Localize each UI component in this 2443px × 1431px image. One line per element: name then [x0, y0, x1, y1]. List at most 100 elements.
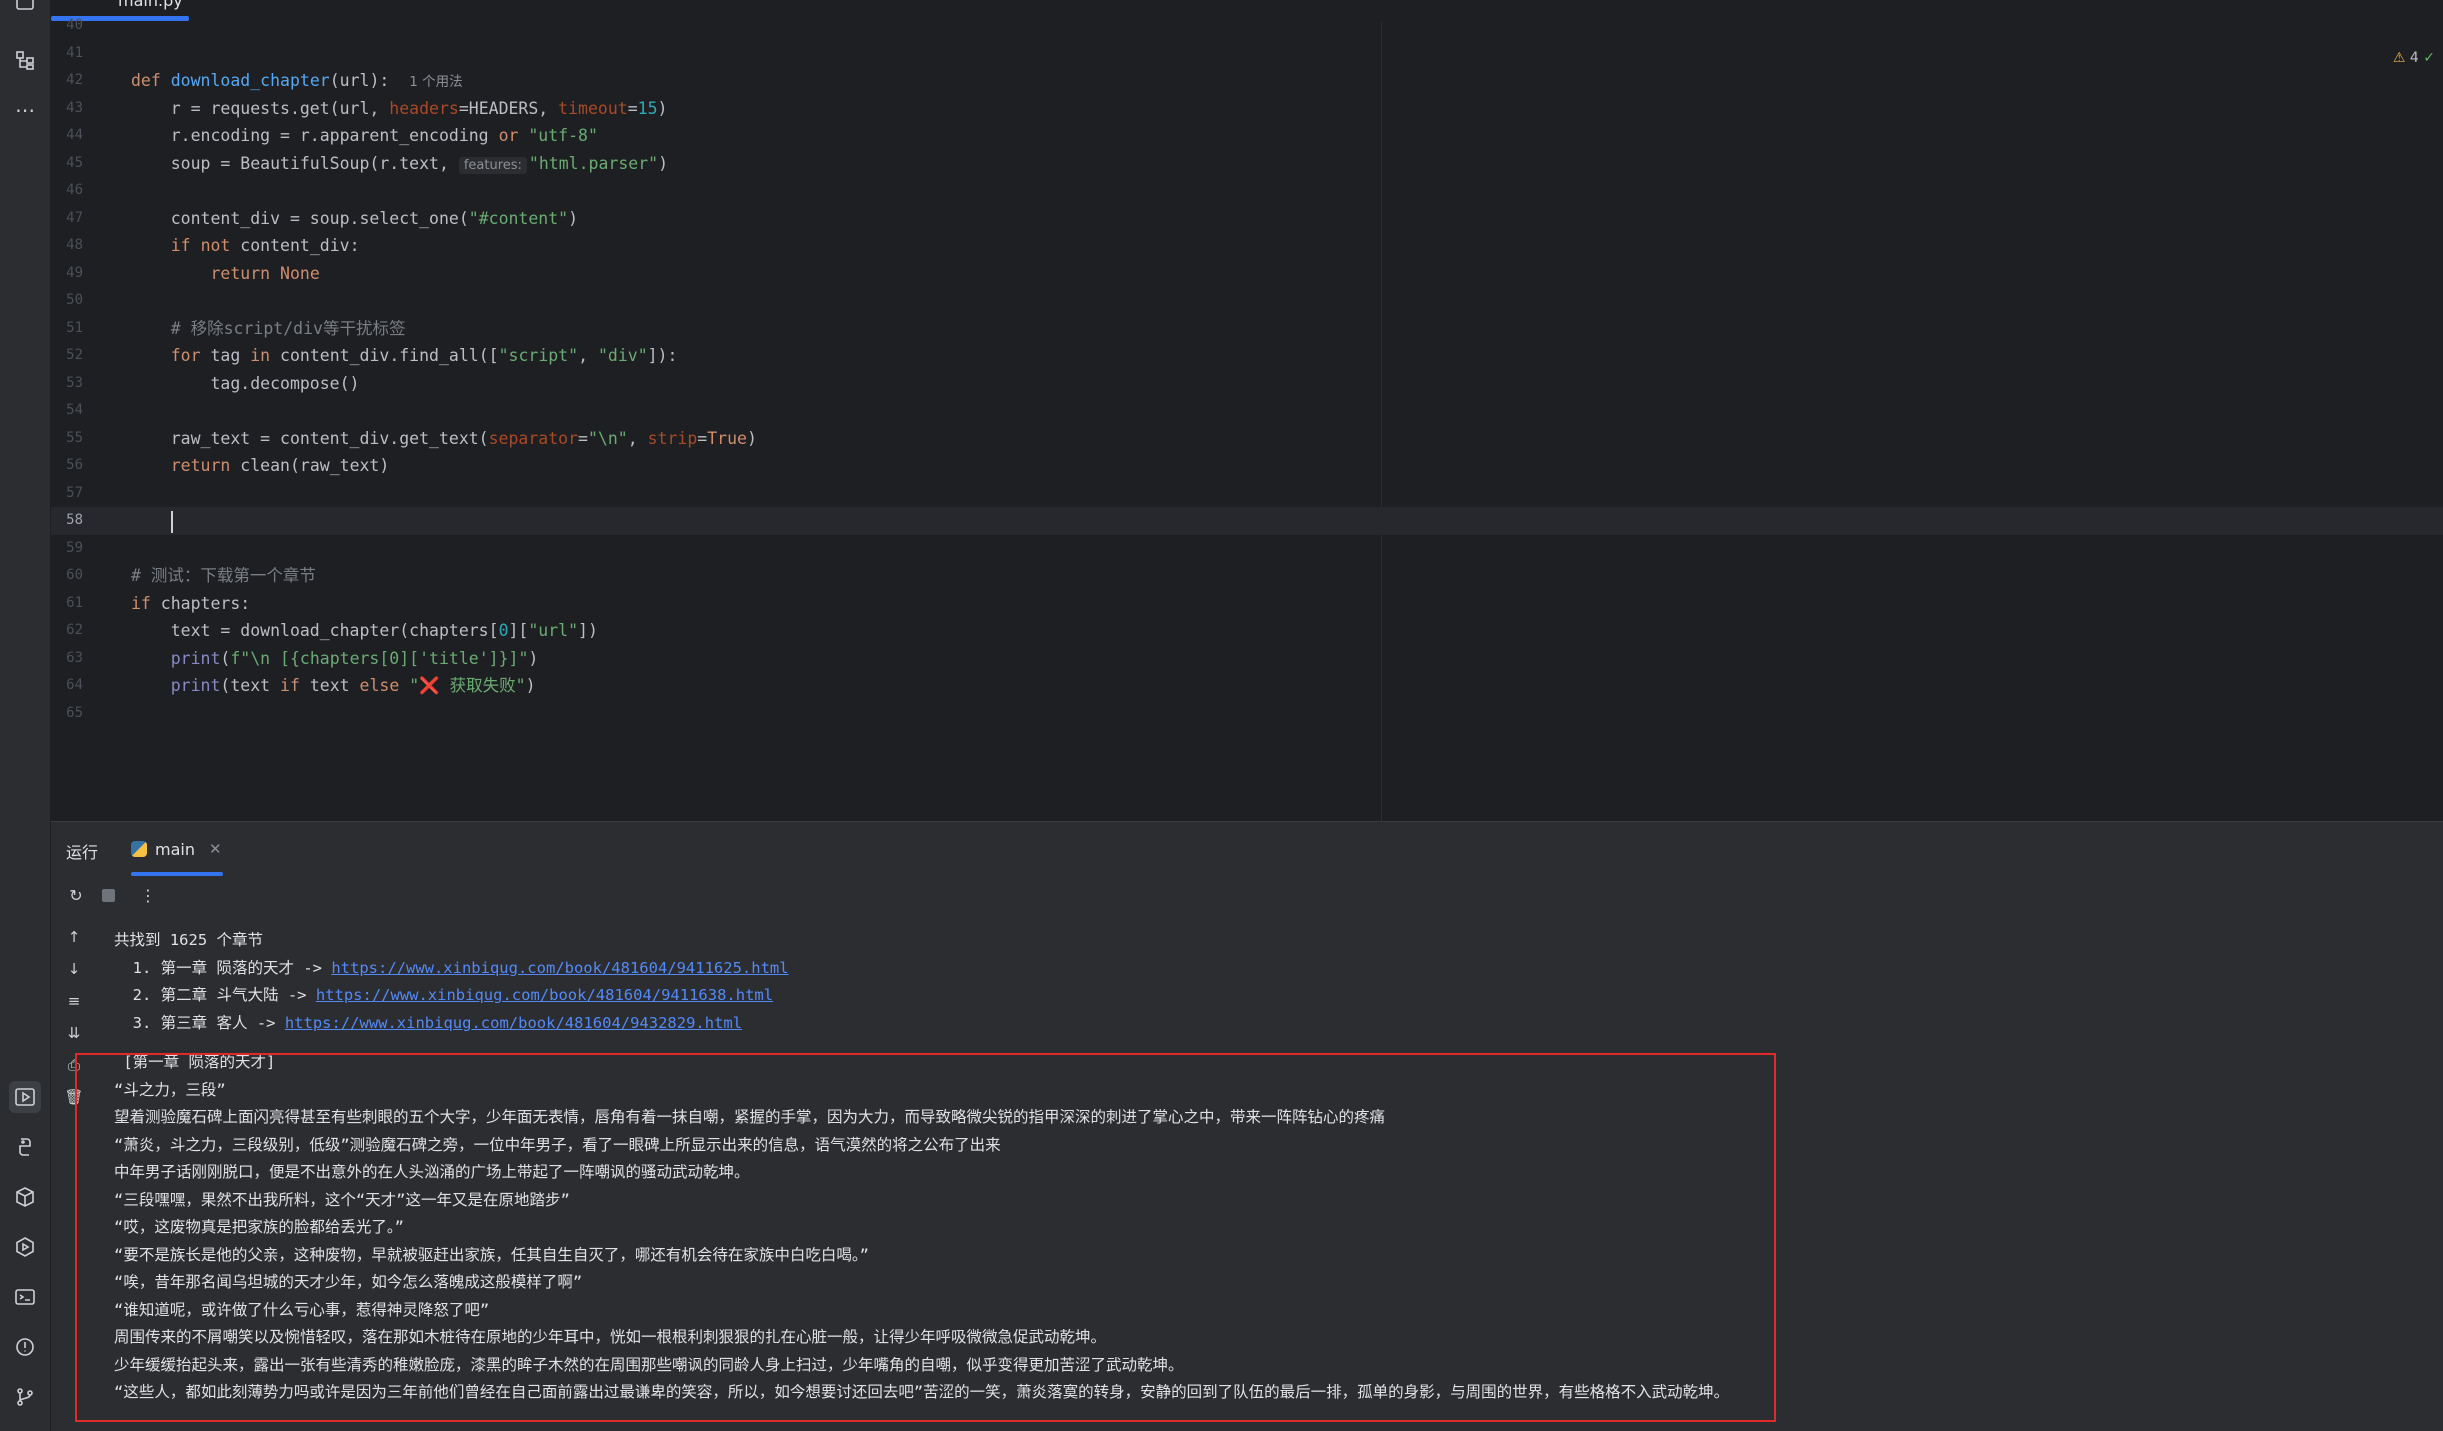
line-number: 59 — [66, 539, 83, 556]
line-number: 63 — [66, 649, 83, 666]
code-line[interactable]: 59 — [51, 535, 2443, 563]
line-number: 57 — [66, 484, 83, 501]
close-icon[interactable]: ✕ — [209, 840, 222, 858]
console-line: “哎，这废物真是把家族的脸都给丢光了。” — [114, 1218, 404, 1236]
run-icon[interactable] — [9, 1081, 41, 1113]
code-line[interactable]: 57 — [51, 480, 2443, 508]
code-line[interactable]: 49 return None — [51, 260, 2443, 288]
line-number: 55 — [66, 429, 83, 446]
code-line[interactable]: 63 print(f"\n [{chapters[0]['title']}]") — [51, 645, 2443, 673]
code-editor[interactable]: ⚠ 4 ✓ 40 41 42 def download_chapter(url): 1… — [51, 17, 2443, 821]
structure-icon[interactable] — [9, 44, 41, 76]
code-text: print(f"\n [{chapters[0]['title']}]") — [170, 648, 539, 668]
code-text: if chapters: — [131, 593, 251, 613]
code-line[interactable]: 50 — [51, 287, 2443, 315]
code-line[interactable]: 51 # 移除script/div等干扰标签 — [51, 315, 2443, 343]
code-line[interactable]: 54 — [51, 397, 2443, 425]
line-number: 61 — [66, 594, 83, 611]
line-number: 41 — [66, 44, 83, 61]
code-line[interactable]: 46 — [51, 177, 2443, 205]
console-line: 周围传来的不屑嘲笑以及惋惜轻叹，落在那如木桩待在原地的少年耳中，恍如一根根利刺狠… — [114, 1328, 1107, 1346]
text-caret — [170, 510, 173, 533]
code-line[interactable]: 58 — [51, 507, 2443, 535]
arrow-down-icon[interactable]: ↓ — [63, 958, 85, 980]
chapter-link[interactable]: https://www.xinbiqug.com/book/481604/941… — [331, 959, 788, 977]
code-line[interactable]: 44 r.encoding = r.apparent_encoding or "… — [51, 122, 2443, 150]
code-text: r.encoding = r.apparent_encoding or "utf… — [131, 126, 598, 145]
code-line[interactable]: 45 soup = BeautifulSoup(r.text, features… — [51, 150, 2443, 178]
code-line[interactable]: 48 if not content_div: — [51, 232, 2443, 260]
console-line: “要不是族长是他的父亲，这种废物，早就被驱赶出家族，任其自生自灭了，哪还有机会待… — [114, 1245, 869, 1264]
clear-trash-icon[interactable]: 🗑 — [63, 1086, 85, 1108]
code-line[interactable]: 55 raw_text = content_div.get_text(separ… — [51, 425, 2443, 453]
chapter-label: 2. 第二章 斗气大陆 -> — [114, 986, 316, 1004]
file-tab-main-py[interactable]: main.py — [118, 0, 183, 10]
stop-icon[interactable] — [97, 884, 119, 906]
code-line[interactable]: 56 return clean(raw_text) — [51, 452, 2443, 480]
more-options-icon[interactable]: ⋮ — [137, 884, 159, 906]
code-line[interactable]: 53 tag.decompose() — [51, 370, 2443, 398]
code-line[interactable]: 47 content_div = soup.select_one("#conte… — [51, 205, 2443, 233]
run-toolbar: ↻ ⋮ — [51, 876, 2443, 914]
code-text: # 移除script/div等干扰标签 — [170, 318, 406, 338]
run-panel-title: 运行 — [66, 843, 99, 862]
console-line: “唉，昔年那名闻乌坦城的天才少年，如今怎么落魄成这般模样了啊” — [114, 1273, 583, 1291]
code-line[interactable]: 52 for tag in content_div.find_all(["scr… — [51, 342, 2443, 370]
git-icon[interactable] — [9, 1381, 41, 1413]
terminal-icon[interactable] — [9, 1281, 41, 1313]
console-line: 少年缓缓抬起头来，露出一张有些清秀的稚嫩脸庞，漆黑的眸子木然的在周围那些嘲讽的同… — [114, 1355, 1184, 1374]
code-text: soup = BeautifulSoup(r.text, features: "h… — [131, 153, 668, 174]
arrow-up-icon[interactable]: ↑ — [63, 926, 85, 948]
line-number: 64 — [66, 677, 83, 693]
rerun-icon[interactable]: ↻ — [65, 884, 87, 906]
line-number: 48 — [66, 237, 83, 253]
console-line: “萧炎，斗之力，三段级别，低级”测验魔石碑之旁，一位中年男子，看了一眼碑上所显示… — [114, 1135, 1001, 1154]
code-line[interactable]: 62 text = download_chapter(chapters[0]["… — [51, 617, 2443, 645]
line-number: 43 — [66, 99, 83, 116]
console-gutter: ↑ ↓ ≡ ⇊ ⎙ 🗑 — [51, 914, 95, 1431]
services-icon[interactable] — [9, 1231, 41, 1263]
code-line[interactable]: 40 — [51, 12, 2443, 40]
code-text: r = requests.get(url, headers=HEADERS, t… — [131, 98, 668, 118]
chapter-label: 3. 第三章 客人 -> — [114, 1013, 285, 1032]
problems-icon[interactable] — [9, 1331, 41, 1363]
left-tool-strip: ⋯ — [0, 0, 51, 1431]
console-line: “三段嘿嘿，果然不出我所料，这个“天才”这一年又是在原地踏步” — [114, 1190, 570, 1209]
python-console-icon[interactable] — [9, 1131, 41, 1163]
code-text: text = download_chapter(chapters[0]["url… — [131, 621, 598, 640]
python-packages-icon[interactable] — [9, 1181, 41, 1213]
code-line[interactable]: 61 if chapters: — [51, 590, 2443, 618]
code-line[interactable]: 65 — [51, 700, 2443, 728]
chapter-link[interactable]: https://www.xinbiqug.com/book/481604/943… — [285, 1014, 742, 1032]
console-line: [第一章 陨落的天才] — [114, 1053, 276, 1071]
line-number: 62 — [66, 622, 83, 638]
code-line[interactable]: 41 — [51, 40, 2443, 68]
code-line[interactable]: 42 def download_chapter(url): 1 个用法 — [51, 67, 2443, 95]
console-line: 中年男子话刚刚脱口，便是不出意外的在人头汹涌的广场上带起了一阵嘲讽的骚动武动乾坤… — [114, 1163, 750, 1181]
code-text: def download_chapter(url): 1 个用法 — [131, 71, 463, 90]
usages-hint[interactable]: 1 个用法 — [409, 74, 462, 90]
soft-wrap-icon[interactable]: ≡ — [63, 990, 85, 1012]
print-icon[interactable]: ⎙ — [63, 1054, 85, 1076]
line-number: 47 — [66, 209, 83, 226]
line-number: 40 — [66, 17, 83, 33]
code-text: for tag in content_div.find_all(["script… — [170, 346, 678, 365]
chapter-link[interactable]: https://www.xinbiqug.com/book/481604/941… — [316, 986, 773, 1004]
code-line[interactable]: 64 print(text if text else "❌ 获取失败") — [51, 672, 2443, 700]
console-line: “谁知道呢，或许做了什么亏心事，惹得神灵降怒了吧” — [114, 1300, 490, 1319]
code-text: raw_text = content_div.get_text(separato… — [131, 428, 757, 448]
line-number: 58 — [66, 512, 83, 528]
code-text: tag.decompose() — [131, 373, 360, 393]
more-tools-icon[interactable]: ⋯ — [9, 94, 41, 126]
project-icon[interactable] — [9, 0, 41, 18]
parameter-inlay-hint: features: — [458, 156, 527, 174]
scroll-to-end-icon[interactable]: ⇊ — [63, 1022, 85, 1044]
console-line: “斗之力，三段” — [114, 1080, 226, 1099]
code-line[interactable]: 43 r = requests.get(url, headers=HEADERS… — [51, 95, 2443, 123]
line-number: 53 — [66, 374, 83, 391]
code-line[interactable]: 60 # 测试：下载第一个章节 — [51, 562, 2443, 590]
line-number: 44 — [66, 127, 83, 143]
run-tab-main[interactable]: main ✕ — [131, 836, 222, 862]
run-console[interactable]: ↑ ↓ ≡ ⇊ ⎙ 🗑 共找到 1625 个章节 1. 第一章 陨落的天才 ->… — [51, 914, 2443, 1431]
chapter-list-item: 1. 第一章 陨落的天才 -> https://www.xinbiqug.com… — [114, 955, 789, 983]
